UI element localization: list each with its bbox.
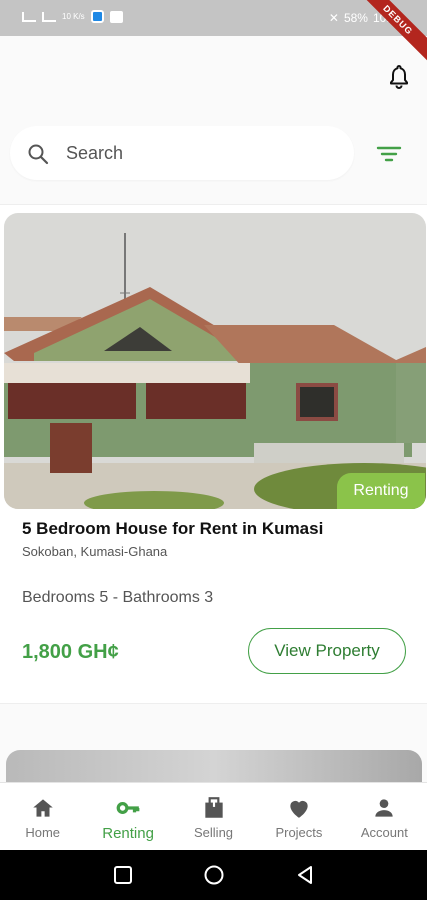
home-circle-icon[interactable] [203, 864, 225, 886]
property-specs: Bedrooms 5 - Bathrooms 3 [22, 589, 214, 606]
nav-renting[interactable]: Renting [85, 783, 170, 850]
person-icon [375, 799, 393, 817]
app-notification-icon [90, 10, 104, 23]
property-title: 5 Bedroom House for Rent in Kumasi [22, 519, 324, 538]
debug-banner: DEBUG [353, 0, 427, 65]
nav-renting-label: Renting [102, 825, 154, 842]
nav-account[interactable]: Account [342, 783, 427, 850]
nav-home[interactable]: Home [0, 783, 85, 850]
property-location: Sokoban, Kumasi-Ghana [22, 544, 168, 559]
status-icons-left: 10 K/s [22, 10, 123, 23]
property-card[interactable]: Renting 5 Bedroom House for Rent in Kuma… [0, 204, 427, 704]
home-icon [32, 799, 53, 817]
filter-icon[interactable] [376, 144, 402, 164]
battery-percent: 58% [343, 11, 368, 25]
nav-selling-label: Selling [194, 825, 234, 840]
nav-account-label: Account [360, 825, 408, 840]
status-badge: Renting [337, 473, 425, 509]
search-bar [10, 126, 354, 180]
nav-selling[interactable]: Selling [171, 783, 256, 850]
back-triangle-icon[interactable] [294, 864, 316, 886]
message-notification-icon [109, 10, 123, 23]
signal-icon [22, 11, 36, 22]
nav-home-label: Home [25, 825, 61, 840]
view-property-button[interactable]: View Property [248, 628, 406, 674]
search-icon [28, 144, 49, 165]
nav-projects[interactable]: Projects [256, 783, 341, 850]
system-navigation-bar [0, 850, 427, 900]
bottom-navigation: Home Renting Selling Projects Account [0, 782, 427, 850]
briefcase-icon [204, 797, 223, 818]
key-icon [116, 802, 140, 814]
status-bar: 10 K/s ✕ 58% 10:06 DEBUG [0, 0, 427, 65]
network-speed: 10 K/s [62, 11, 85, 21]
wifi-icon [42, 11, 56, 22]
notification-bell-icon[interactable] [387, 64, 411, 90]
recent-apps-icon[interactable] [112, 864, 134, 886]
property-photo[interactable]: Renting [4, 213, 426, 509]
property-price: 1,800 GH¢ [22, 641, 119, 663]
search-input[interactable] [66, 138, 336, 168]
heart-icon [290, 800, 308, 818]
nav-projects-label: Projects [275, 825, 323, 840]
mute-icon: ✕ [328, 11, 339, 25]
